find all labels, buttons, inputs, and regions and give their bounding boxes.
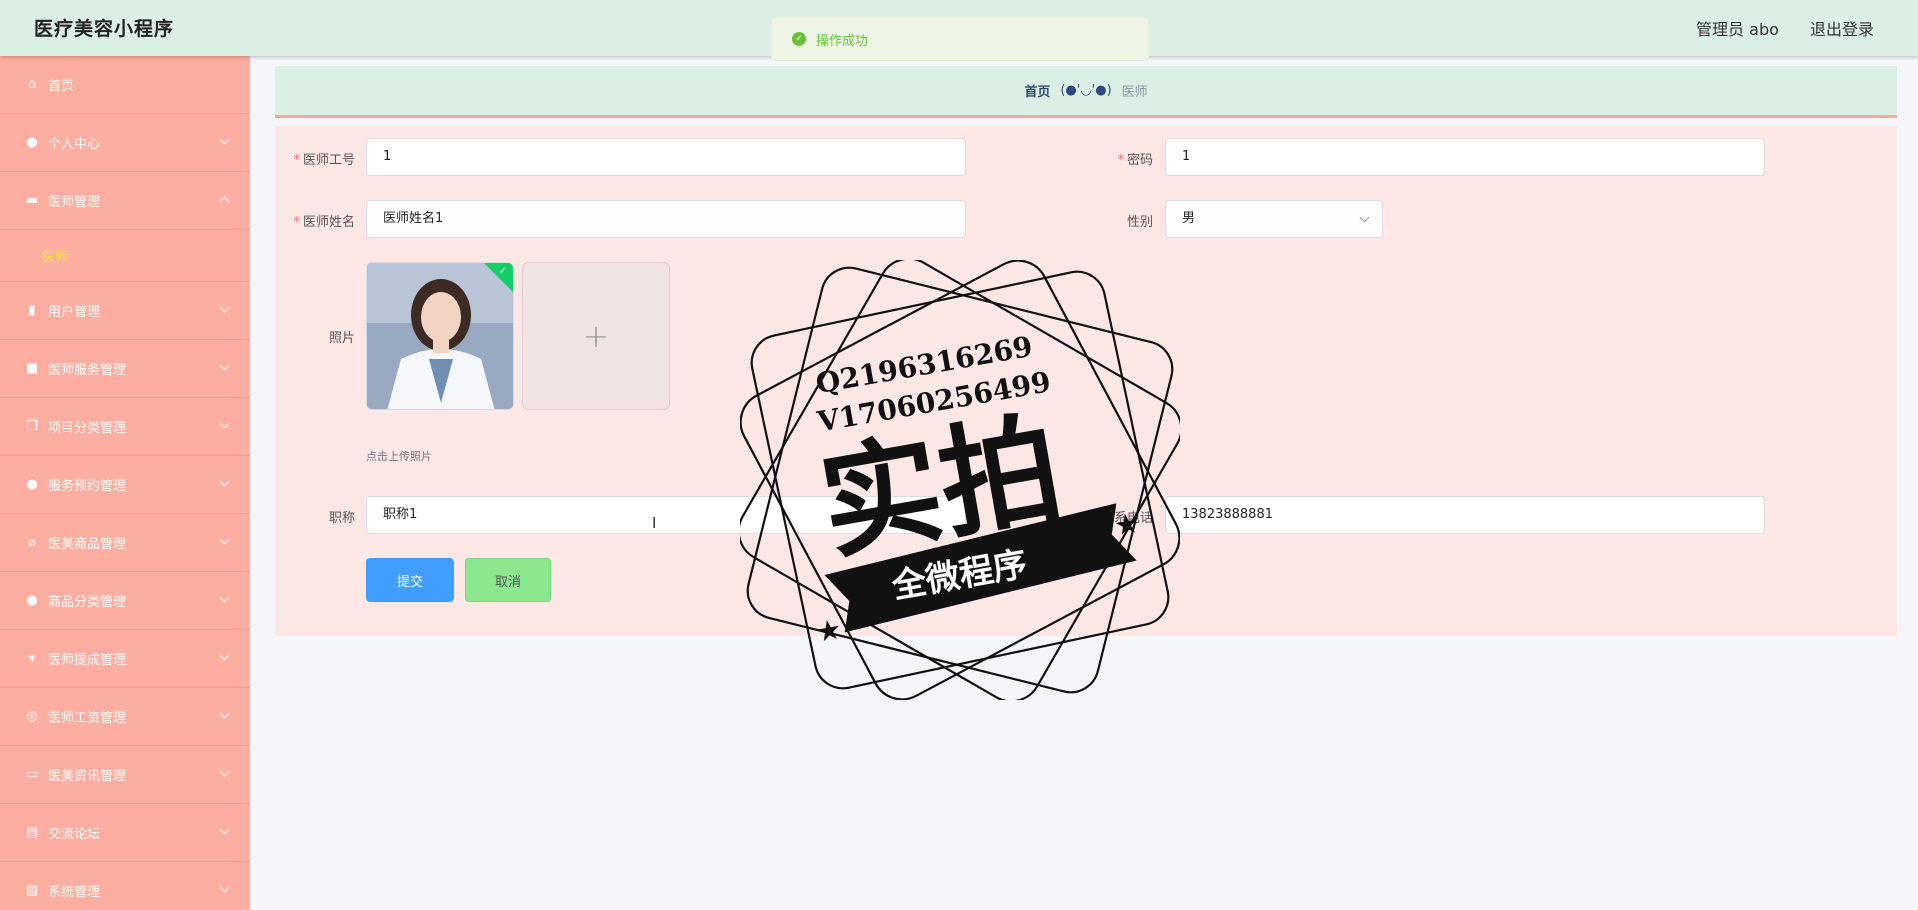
logout-link[interactable]: 退出登录: [1810, 20, 1874, 39]
doctor-name-label: * 医师姓名: [293, 215, 355, 230]
gender-label: 性别: [1126, 215, 1153, 230]
sidebar-subitem-label: 医师: [42, 250, 69, 265]
admin-user-label[interactable]: 管理员 abo: [1696, 20, 1779, 39]
sidebar-item-label: 医美资讯管理: [48, 769, 127, 784]
sidebar-item-label: 商品分类管理: [48, 595, 127, 610]
breadcrumb: 首页 (●'◡'●) 医师: [275, 66, 1897, 118]
check-icon: ✓: [498, 266, 507, 277]
chevron-down-icon: [219, 360, 230, 371]
gender-select[interactable]: 男: [1165, 200, 1383, 238]
sidebar-item-forum[interactable]: ▤ 交流论坛: [0, 804, 250, 862]
ticket-icon: ▬: [25, 193, 39, 208]
chevron-down-icon: [219, 534, 230, 545]
job-title-label: 职称: [328, 511, 355, 526]
user-icon: ●: [26, 477, 38, 492]
photo-upload-button[interactable]: +: [522, 262, 670, 410]
sidebar-item-personal-center[interactable]: ● 个人中心: [0, 114, 250, 172]
chevron-down-icon: [219, 766, 230, 777]
job-title-input[interactable]: 职称1: [366, 496, 966, 534]
password-label: * 密码: [1117, 153, 1153, 168]
target-icon: ◎: [26, 709, 38, 724]
doctor-photo-thumbnail[interactable]: ✓: [366, 262, 514, 410]
chevron-down-icon: [219, 302, 230, 313]
sidebar-item-project-category[interactable]: ❐ 项目分类管理: [0, 398, 250, 456]
chart-icon: ▨: [25, 883, 39, 898]
home-icon: ⌂: [27, 77, 37, 92]
briefcase-icon: ■: [25, 361, 39, 376]
sidebar-item-salary[interactable]: ◎ 医师工资管理: [0, 688, 250, 746]
chevron-up-icon: [219, 196, 230, 207]
sidebar-item-user-management[interactable]: ▮ 用户管理: [0, 282, 250, 340]
sidebar-item-label: 系统管理: [48, 885, 101, 900]
gender-value: 男: [1182, 211, 1196, 226]
sidebar-item-commission[interactable]: ▾ 医师提成管理: [0, 630, 250, 688]
sidebar-item-label: 医师提成管理: [48, 653, 127, 668]
doctor-name-input[interactable]: 医师姓名1: [366, 200, 966, 238]
sidebar-item-appointment[interactable]: ● 服务预约管理: [0, 456, 250, 514]
doctor-photo-image: [367, 263, 513, 409]
text-cursor-icon: I: [652, 514, 657, 532]
book-icon: ▮: [28, 303, 36, 318]
sidebar-item-label: 服务预约管理: [48, 479, 127, 494]
chevron-down-icon: [219, 134, 230, 145]
success-toast: ✓ 操作成功: [771, 17, 1149, 61]
sidebar-item-doctor-service[interactable]: ■ 医师服务管理: [0, 340, 250, 398]
sidebar-item-doctor-management[interactable]: ▬ 医师管理: [0, 172, 250, 230]
submit-button[interactable]: 提交: [366, 558, 454, 602]
clipboard-icon: ▤: [25, 825, 39, 840]
chevron-down-icon: [219, 476, 230, 487]
top-right-menu: 管理员 abo 退出登录: [1670, 16, 1874, 40]
password-input[interactable]: 1: [1165, 138, 1765, 176]
bell-off-icon: ⌀: [28, 535, 36, 550]
breadcrumb-home[interactable]: 首页: [1024, 81, 1050, 100]
chevron-down-icon: [219, 824, 230, 835]
toast-message: 操作成功: [816, 33, 869, 49]
sidebar-item-news[interactable]: ▭ 医美资讯管理: [0, 746, 250, 804]
phone-input[interactable]: 13823888881: [1165, 496, 1765, 534]
chevron-down-icon: [219, 708, 230, 719]
sidebar-subitem-doctor[interactable]: 医师: [0, 230, 250, 282]
required-mark: *: [1117, 153, 1124, 168]
phone-label: 联系电话: [1100, 511, 1153, 526]
sidebar-item-label: 医师工资管理: [48, 711, 127, 726]
photo-label: 照片: [328, 331, 355, 346]
chevron-down-icon: [219, 592, 230, 603]
flag-icon: ▾: [28, 651, 36, 666]
sidebar-item-label: 个人中心: [48, 137, 101, 152]
sidebar-item-label: 医美商品管理: [48, 537, 127, 552]
chevron-down-icon: [219, 882, 230, 893]
sidebar-item-label: 项目分类管理: [48, 421, 127, 436]
plus-icon: +: [582, 317, 610, 355]
sidebar-item-label: 医师管理: [48, 195, 101, 210]
app-title: 医疗美容小程序: [34, 18, 175, 40]
sidebar-item-label: 交流论坛: [48, 827, 101, 842]
cancel-button[interactable]: 取消: [465, 558, 551, 602]
sidebar-item-system[interactable]: ▨ 系统管理: [0, 862, 250, 910]
photo-upload-hint: 点击上传照片: [366, 450, 432, 463]
required-mark: *: [293, 153, 300, 168]
breadcrumb-current: 医师: [1121, 85, 1148, 100]
sidebar-item-label: 用户管理: [48, 305, 101, 320]
sidebar-item-product-category[interactable]: ● 商品分类管理: [0, 572, 250, 630]
sidebar-item-label: 医师服务管理: [48, 363, 127, 378]
chevron-down-icon: [1359, 212, 1370, 223]
breadcrumb-separator: (●'◡'●): [1060, 83, 1112, 98]
chevron-down-icon: [219, 650, 230, 661]
news-icon: ▭: [25, 767, 39, 782]
required-mark: *: [293, 215, 300, 230]
check-circle-icon: ✓: [792, 32, 806, 46]
sidebar-item-home[interactable]: ⌂ 首页: [0, 56, 250, 114]
user-icon: ●: [26, 593, 38, 608]
doctor-id-label: * 医师工号: [293, 153, 355, 168]
sidebar: ⌂ 首页 ● 个人中心 ▬ 医师管理 医师 ▮ 用户管理 ■ 医师服务管理 ❐ …: [0, 56, 250, 910]
chevron-down-icon: [219, 418, 230, 429]
sidebar-item-product[interactable]: ⌀ 医美商品管理: [0, 514, 250, 572]
doctor-id-input[interactable]: 1: [366, 138, 966, 176]
copy-icon: ❐: [26, 419, 38, 434]
user-icon: ●: [26, 135, 38, 150]
sidebar-item-label: 首页: [48, 79, 75, 94]
